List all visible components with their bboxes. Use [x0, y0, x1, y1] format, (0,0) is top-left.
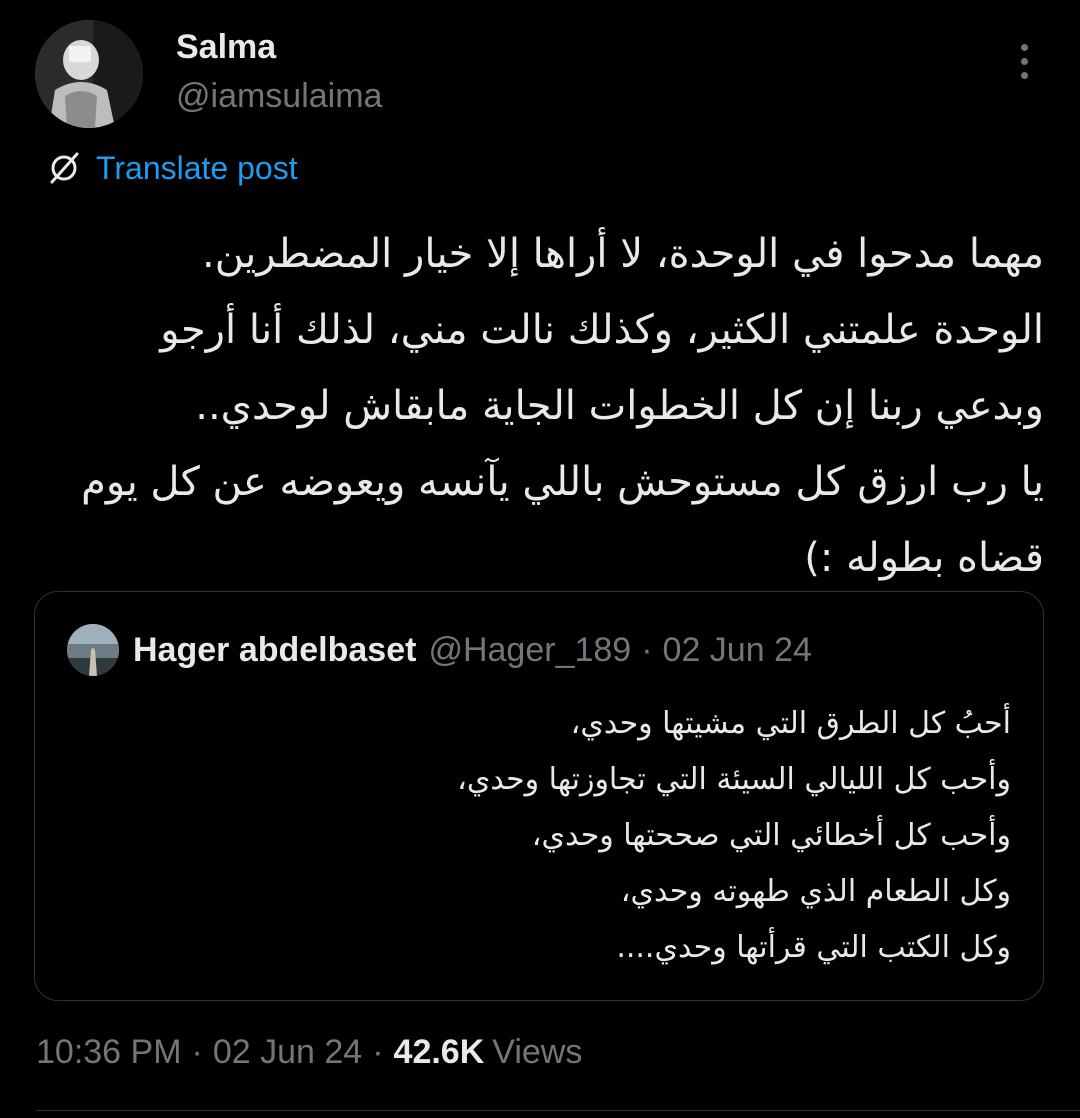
- tweet-text: مهما مدحوا في الوحدة، لا أراها إلا خيار …: [34, 216, 1044, 596]
- quoted-text-line: وكل الكتب التي قرأتها وحدي....: [616, 930, 1011, 965]
- quoted-separator: ·: [641, 630, 653, 669]
- meta-separator: ·: [191, 1032, 203, 1071]
- quoted-text-line: أحبُ كل الطرق التي مشيتها وحدي،: [570, 706, 1011, 741]
- post-date[interactable]: 02 Jun 24: [213, 1033, 362, 1072]
- quoted-author-avatar[interactable]: [67, 624, 119, 676]
- quoted-text-line: وأحب كل أخطائي التي صححتها وحدي،: [531, 818, 1011, 853]
- translate-post-link[interactable]: Translate post: [44, 148, 298, 188]
- tweet-text-line: قضاه بطوله :): [804, 535, 1044, 581]
- tweet-text-line: مهما مدحوا في الوحدة، لا أراها إلا خيار …: [202, 231, 1044, 277]
- quoted-text-line: وكل الطعام الذي طهوته وحدي،: [620, 874, 1011, 909]
- author-display-name[interactable]: Salma: [176, 28, 276, 66]
- more-options-icon-dot: [1020, 72, 1028, 79]
- meta-separator: ·: [372, 1032, 384, 1071]
- author-handle[interactable]: @iamsulaima: [176, 76, 382, 116]
- quoted-post-header: Hager abdelbaset @Hager_189 · 02 Jun 24: [67, 624, 812, 676]
- quoted-post-text: أحبُ كل الطرق التي مشيتها وحدي، وأحب كل …: [71, 696, 1011, 976]
- tweet-text-line: يا رب ارزق كل مستوحش باللي يآنسه ويعوضه …: [81, 459, 1044, 505]
- tweet-text-line: الوحدة علمتني الكثير، وكذلك نالت مني، لذ…: [160, 307, 1044, 353]
- quoted-avatar-image: [67, 624, 119, 676]
- quoted-post-date[interactable]: 02 Jun 24: [663, 631, 812, 670]
- quoted-author-handle[interactable]: @Hager_189: [428, 631, 631, 670]
- views-label: Views: [492, 1032, 583, 1071]
- quoted-text-line: وأحب كل الليالي السيئة التي تجاوزتها وحد…: [457, 762, 1011, 797]
- translate-icon: [50, 152, 79, 184]
- quoted-author-name[interactable]: Hager abdelbaset: [133, 631, 416, 670]
- views-count[interactable]: 42.6K: [394, 1033, 485, 1072]
- post-time[interactable]: 10:36 PM: [36, 1033, 182, 1072]
- divider: [36, 1110, 1080, 1111]
- post-metadata: 10:36 PM · 02 Jun 24 · 42.6K Views: [36, 1030, 582, 1074]
- more-options-button[interactable]: [1012, 44, 1036, 88]
- translate-post-label: Translate post: [96, 149, 298, 186]
- more-options-icon: [1020, 44, 1028, 51]
- more-options-icon-dot: [1020, 58, 1028, 65]
- avatar-image: [35, 20, 143, 128]
- author-avatar[interactable]: [35, 20, 143, 128]
- quoted-post-card[interactable]: Hager abdelbaset @Hager_189 · 02 Jun 24 …: [34, 591, 1044, 1001]
- tweet-text-line: وبدعي ربنا إن كل الخطوات الجاية مابقاش ل…: [195, 383, 1044, 429]
